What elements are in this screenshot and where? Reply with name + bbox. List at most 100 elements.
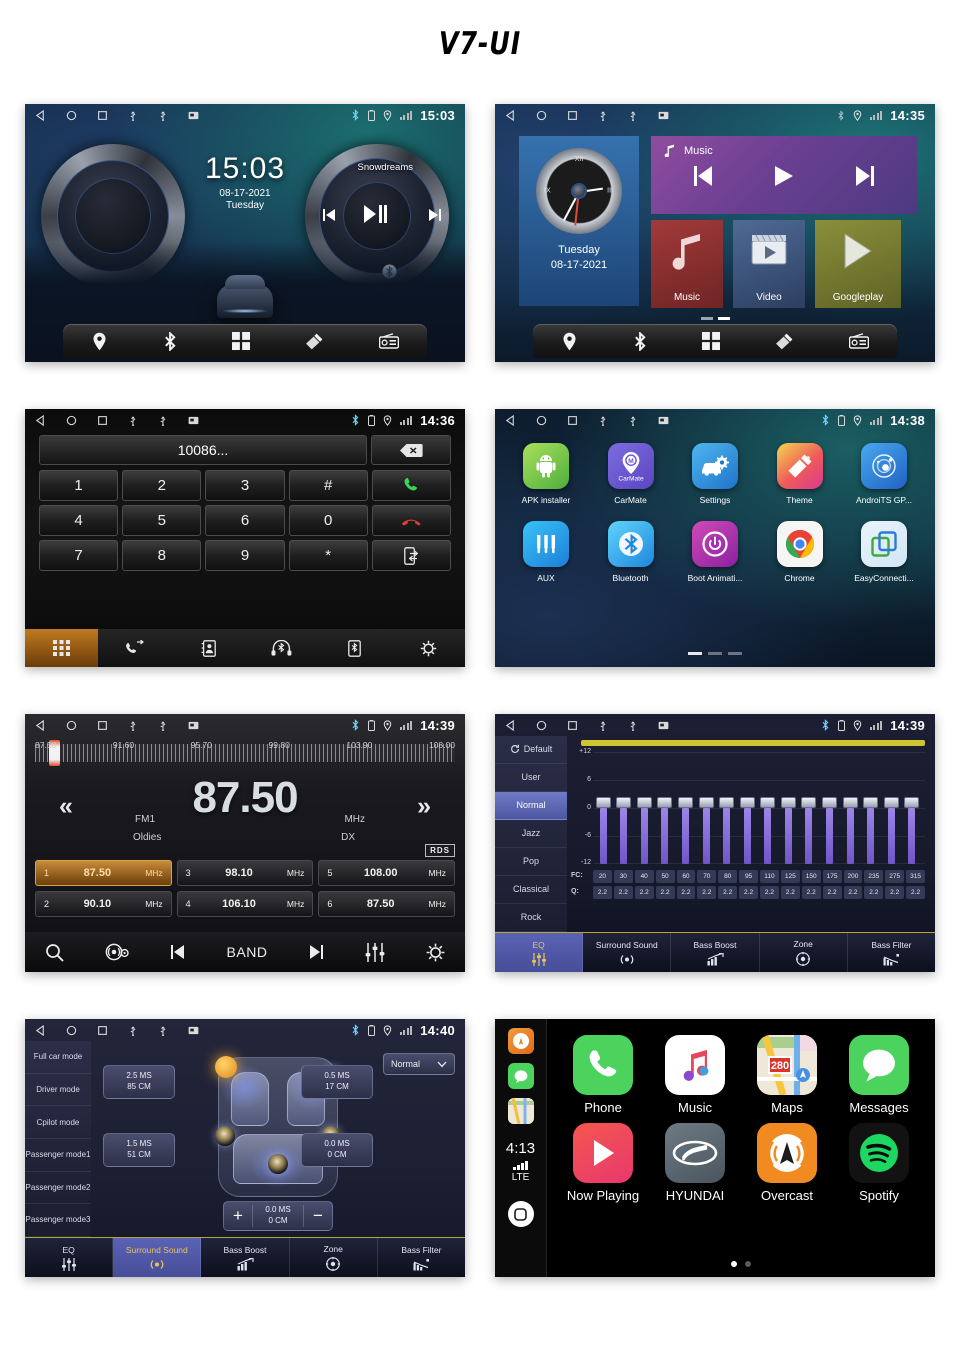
value-front-left[interactable]: 2.5 MS 85 CM	[103, 1065, 175, 1099]
key-5[interactable]: 5	[122, 505, 202, 536]
home-icon[interactable]	[66, 415, 77, 426]
q-chip[interactable]: 2.2	[655, 886, 675, 899]
q-chip[interactable]: 2.2	[739, 886, 758, 899]
preset-2[interactable]: 2 90.10 MHz	[35, 891, 172, 917]
key-0[interactable]: 0	[288, 505, 368, 536]
carplay-row-2[interactable]: Now Playing HYUNDAI Overcast Spotify	[557, 1123, 925, 1203]
recents-icon[interactable]	[567, 110, 578, 121]
radio-icon[interactable]	[849, 333, 870, 349]
tab-eq[interactable]: EQ	[495, 933, 584, 972]
eq-slider-handle[interactable]	[636, 797, 652, 808]
key-8[interactable]: 8	[122, 540, 202, 571]
screenshot-icon[interactable]	[658, 111, 669, 120]
fc-chip[interactable]: 125	[780, 870, 800, 883]
fc-chip[interactable]: 315	[906, 870, 925, 883]
recents-icon[interactable]	[97, 415, 108, 426]
tile-music[interactable]: Music	[651, 220, 723, 308]
dialpad[interactable]: 10086... 1 2 3 # 4 5 6 0 7 8 9 *	[39, 435, 452, 575]
recents-icon[interactable]	[567, 415, 578, 426]
mini-overcast-icon[interactable]	[507, 1028, 534, 1054]
eq-preset-normal[interactable]: Normal	[495, 791, 567, 820]
eq-slider-handle[interactable]	[677, 797, 693, 808]
apps-icon[interactable]	[231, 332, 250, 350]
screenshot-icon[interactable]	[658, 416, 669, 425]
dial-row[interactable]: 7 8 9 *	[39, 540, 452, 571]
eq-slider[interactable]	[760, 797, 776, 864]
key-9[interactable]: 9	[205, 540, 285, 571]
preset-3[interactable]: 3 98.10 MHz	[176, 860, 314, 886]
eq-slider-handle[interactable]	[842, 797, 858, 808]
eq-slider[interactable]	[595, 797, 611, 864]
eq-preset-jazz[interactable]: Jazz	[495, 820, 567, 848]
dial-row[interactable]: 4 5 6 0	[39, 505, 452, 536]
mini-messages-icon[interactable]	[507, 1063, 534, 1089]
q-chip[interactable]: 2.2	[864, 886, 884, 899]
nav-icons[interactable]	[505, 719, 669, 731]
tile-video[interactable]: Video	[733, 220, 805, 308]
tab-bass-filter[interactable]: Bass Filter	[378, 1238, 465, 1277]
fc-chip[interactable]: 150	[801, 870, 821, 883]
decrease-button[interactable]: −	[304, 1206, 332, 1226]
tab-call-log[interactable]	[98, 629, 171, 667]
fc-chip[interactable]: 275	[885, 870, 905, 883]
radio-toolbar[interactable]: BAND	[25, 932, 465, 972]
app-row-2[interactable]: AUX Bluetooth Boot Animati... Chrome Eas…	[509, 521, 921, 583]
audio-tabbar[interactable]: EQ Surround Sound Bass Boost Zone Bass F…	[495, 932, 935, 972]
eq-slider-handle[interactable]	[883, 797, 899, 808]
back-icon[interactable]	[505, 109, 516, 121]
tab-settings[interactable]	[392, 629, 465, 667]
hangup-button[interactable]	[371, 505, 452, 536]
q-chip[interactable]: 2.2	[613, 886, 633, 899]
home-icon[interactable]	[66, 720, 77, 731]
carplay-app-now-playing[interactable]: Now Playing	[561, 1123, 645, 1203]
fc-chip[interactable]: 60	[676, 870, 696, 883]
tab-surround-sound[interactable]: Surround Sound	[113, 1238, 202, 1277]
q-chip[interactable]: 2.2	[676, 886, 696, 899]
carplay-app-music[interactable]: Music	[653, 1035, 737, 1115]
navigation-icon[interactable]	[91, 332, 108, 351]
eq-slider-handle[interactable]	[904, 797, 920, 808]
eq-preset-list[interactable]: Default User Normal Jazz Pop Classical R…	[495, 736, 567, 932]
nav-icons[interactable]	[505, 109, 669, 121]
fc-chip[interactable]: 175	[822, 870, 842, 883]
app-theme[interactable]: Theme	[763, 443, 837, 505]
eq-slider-handle[interactable]	[780, 797, 796, 808]
next-icon[interactable]	[308, 944, 325, 960]
tile-googleplay[interactable]: Googleplay	[815, 220, 901, 308]
value-rear-left[interactable]: 1.5 MS 51 CM	[103, 1133, 175, 1167]
scan-icon[interactable]	[105, 942, 129, 962]
home-button[interactable]	[507, 1201, 534, 1227]
eq-slider[interactable]	[780, 797, 796, 864]
screen-dialer[interactable]: 14:36 10086... 1 2 3 # 4 5 6 0 7 8 9 *	[25, 409, 465, 667]
preset-1[interactable]: 1 87.50 MHz	[35, 860, 172, 886]
app-bluetooth[interactable]: Bluetooth	[594, 521, 668, 583]
home-icon[interactable]	[66, 1025, 77, 1036]
back-icon[interactable]	[35, 719, 46, 731]
transfer-button[interactable]	[371, 540, 452, 571]
nav-icons[interactable]	[35, 1024, 199, 1036]
dialed-number[interactable]: 10086...	[39, 435, 367, 465]
radio-icon[interactable]	[379, 333, 400, 349]
mode-full-car[interactable]: Full car mode	[25, 1041, 91, 1074]
bluetooth-icon[interactable]	[633, 331, 647, 351]
tab-eq[interactable]: EQ	[25, 1238, 114, 1277]
fc-chip[interactable]: 200	[843, 870, 863, 883]
eq-slider[interactable]	[739, 797, 755, 864]
screen-home-launcher[interactable]: 15:03 15:03 08-17-2021 Tuesday Snowdream…	[25, 104, 465, 362]
center-stepper[interactable]: + 0.0 MS 0 CM −	[223, 1201, 333, 1231]
key-hash[interactable]: #	[288, 470, 368, 501]
tab-bass-boost[interactable]: Bass Boost	[201, 1238, 290, 1277]
fc-chip[interactable]: 30	[613, 870, 633, 883]
app-aux[interactable]: AUX	[509, 521, 583, 583]
carplay-app-phone[interactable]: Phone	[561, 1035, 645, 1115]
nav-icons[interactable]	[35, 414, 199, 426]
eq-slider-handle[interactable]	[822, 797, 838, 808]
eq-slider[interactable]	[616, 797, 632, 864]
carplay-app-maps[interactable]: 280 Maps	[745, 1035, 829, 1115]
eq-slider[interactable]	[677, 797, 693, 864]
back-icon[interactable]	[35, 109, 46, 121]
tab-phone-sync[interactable]	[318, 629, 391, 667]
band-button[interactable]: BAND	[227, 944, 268, 960]
tune-up-button[interactable]: »	[417, 792, 431, 821]
fc-chip[interactable]: 40	[634, 870, 654, 883]
